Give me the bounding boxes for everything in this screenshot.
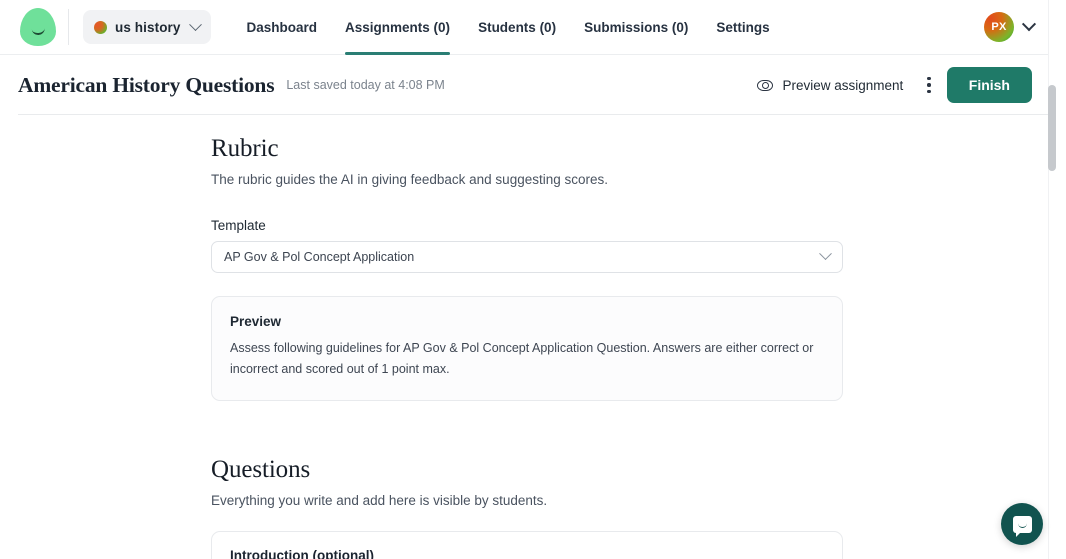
- course-name-label: us history: [115, 19, 181, 35]
- questions-section: Questions Everything you write and add h…: [211, 456, 843, 559]
- nav-divider: [68, 9, 69, 45]
- page-title: American History Questions: [18, 72, 275, 97]
- assignment-header: American History Questions Last saved to…: [0, 55, 1048, 115]
- nav-right-cluster: PX: [984, 12, 1048, 42]
- chat-widget-button[interactable]: [1001, 503, 1043, 545]
- questions-subtitle: Everything you write and add here is vis…: [211, 492, 548, 508]
- primary-nav-tabs: Dashboard Assignments (0) Students (0) S…: [233, 0, 784, 55]
- rubric-preview-title: Preview: [230, 313, 282, 329]
- eye-icon: [757, 79, 774, 91]
- template-label: Template: [211, 217, 266, 233]
- tab-settings[interactable]: Settings: [702, 0, 783, 55]
- chevron-down-icon: [188, 17, 202, 31]
- app-root: us history Dashboard Assignments (0) Stu…: [0, 0, 1066, 559]
- questions-heading: Questions: [211, 455, 311, 483]
- rubric-preview-body: Assess following guidelines for AP Gov &…: [230, 340, 814, 377]
- main-scroll-area[interactable]: Rubric The rubric guides the AI in givin…: [0, 115, 1048, 559]
- avatar[interactable]: PX: [984, 12, 1014, 42]
- tab-submissions[interactable]: Submissions (0): [570, 0, 702, 55]
- course-color-dot-icon: [94, 20, 107, 34]
- vertical-scrollbar[interactable]: [1048, 55, 1056, 559]
- assignment-header-actions: Preview assignment Finish: [749, 67, 1032, 103]
- introduction-title: Introduction (optional): [230, 547, 374, 559]
- finish-button[interactable]: Finish: [946, 67, 1032, 103]
- template-select-value: AP Gov & Pol Concept Application: [224, 249, 415, 264]
- leaf-logo-icon: [20, 8, 56, 46]
- rubric-section: Rubric The rubric guides the AI in givin…: [211, 135, 843, 401]
- course-selector[interactable]: us history: [83, 10, 211, 44]
- introduction-card: Introduction (optional): [211, 530, 843, 559]
- tab-dashboard[interactable]: Dashboard: [233, 0, 332, 55]
- rubric-heading: Rubric: [211, 135, 279, 162]
- rubric-subtitle: The rubric guides the AI in giving feedb…: [211, 171, 608, 187]
- tab-assignments[interactable]: Assignments (0): [331, 0, 464, 55]
- scrollbar-thumb[interactable]: [1048, 85, 1056, 171]
- smile-icon: [1017, 523, 1027, 528]
- template-select[interactable]: AP Gov & Pol Concept Application: [211, 240, 843, 273]
- top-navigation-bar: us history Dashboard Assignments (0) Stu…: [0, 0, 1048, 55]
- app-logo[interactable]: [14, 8, 62, 46]
- chevron-down-icon: [819, 247, 832, 261]
- rubric-preview-card: Preview Assess following guidelines for …: [211, 295, 843, 401]
- account-chevron-down-icon[interactable]: [1021, 17, 1037, 32]
- last-saved-status: Last saved today at 4:08 PM: [286, 78, 445, 92]
- tab-students[interactable]: Students (0): [464, 0, 570, 55]
- more-options-icon[interactable]: [917, 69, 941, 102]
- preview-assignment-label: Preview assignment: [782, 77, 904, 93]
- preview-assignment-button[interactable]: Preview assignment: [749, 72, 911, 99]
- chat-bubble-icon: [1012, 515, 1032, 537]
- smile-icon: [31, 27, 45, 36]
